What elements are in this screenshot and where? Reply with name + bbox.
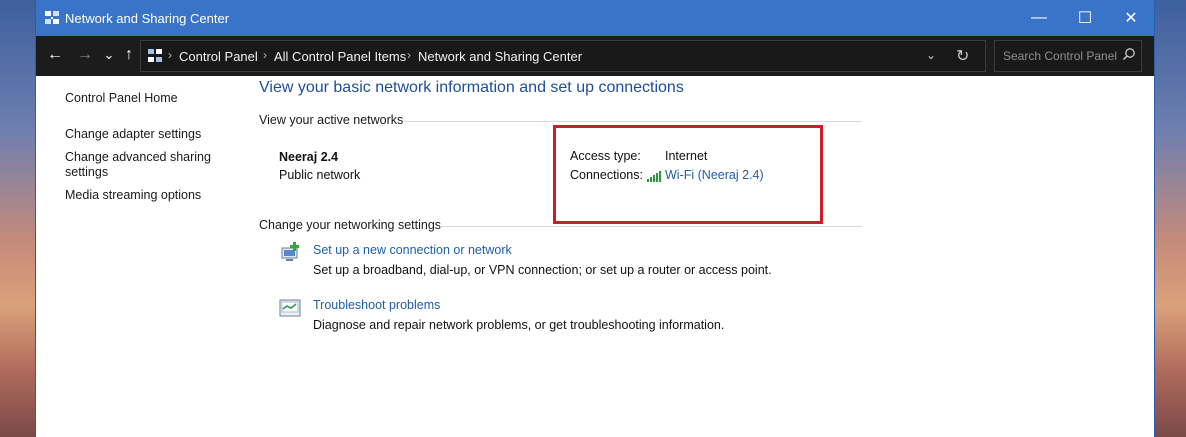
search-icon[interactable]	[1122, 47, 1136, 61]
breadcrumb-separator: ›	[263, 48, 267, 62]
network-center-icon	[45, 11, 59, 24]
sidebar-item-media-streaming-options[interactable]: Media streaming options	[65, 188, 201, 203]
content-area: Control Panel Home Change adapter settin…	[36, 76, 1154, 437]
close-button[interactable]: ✕	[1108, 0, 1154, 36]
maximize-icon: ☐	[1077, 10, 1093, 27]
recent-locations-button[interactable]: ⌄	[98, 44, 120, 66]
breadcrumb-separator: ›	[407, 48, 411, 62]
breadcrumb-all-items[interactable]: All Control Panel Items	[274, 49, 406, 64]
troubleshoot-icon	[279, 299, 301, 317]
sidebar-item-control-panel-home[interactable]: Control Panel Home	[65, 91, 178, 106]
minimize-button[interactable]: —	[1016, 0, 1062, 36]
up-button[interactable]: ↑	[118, 44, 140, 66]
breadcrumb-separator: ›	[168, 48, 172, 62]
refresh-icon[interactable]: ↻	[956, 46, 969, 66]
breadcrumb-control-panel[interactable]: Control Panel	[179, 49, 258, 64]
window-title: Network and Sharing Center	[65, 11, 230, 26]
troubleshoot-link[interactable]: Troubleshoot problems	[313, 298, 440, 312]
chevron-down-icon: ⌄	[103, 47, 115, 62]
troubleshoot-description: Diagnose and repair network problems, or…	[313, 318, 725, 332]
network-name: Neeraj 2.4	[279, 150, 339, 164]
up-arrow-icon: ↑	[125, 46, 133, 63]
back-button[interactable]: ←	[44, 44, 66, 66]
breadcrumb-network-center[interactable]: Network and Sharing Center	[418, 49, 582, 64]
section-divider	[404, 121, 862, 122]
highlight-annotation-box	[553, 125, 823, 224]
address-bar[interactable]: › Control Panel › All Control Panel Item…	[140, 40, 986, 72]
new-connection-icon	[281, 242, 299, 261]
sidebar-item-change-adapter-settings[interactable]: Change adapter settings	[65, 127, 201, 142]
control-panel-icon	[148, 49, 162, 62]
page-title: View your basic network information and …	[259, 79, 684, 96]
minimize-icon: —	[1031, 9, 1047, 26]
forward-button[interactable]: →	[74, 44, 96, 66]
search-box[interactable]: Search Control Panel	[994, 40, 1142, 72]
section-divider	[440, 226, 862, 227]
address-dropdown-icon[interactable]: ⌄	[926, 48, 936, 62]
setup-connection-description: Set up a broadband, dial-up, or VPN conn…	[313, 263, 772, 277]
close-icon: ✕	[1124, 10, 1138, 27]
title-bar[interactable]: Network and Sharing Center — ☐ ✕	[36, 0, 1154, 36]
network-sharing-center-window: Network and Sharing Center — ☐ ✕ ← → ⌄ ↑…	[36, 0, 1154, 437]
forward-arrow-icon: →	[77, 46, 93, 63]
active-networks-label: View your active networks	[259, 113, 404, 127]
network-category: Public network	[279, 168, 361, 182]
sidebar-item-change-advanced-sharing[interactable]: Change advanced sharing settings	[65, 150, 215, 180]
back-arrow-icon: ←	[47, 46, 63, 63]
maximize-button[interactable]: ☐	[1062, 0, 1108, 36]
navigation-bar: ← → ⌄ ↑ › Control Panel › All Control Pa…	[36, 36, 1154, 76]
search-input[interactable]: Search Control Panel	[1003, 49, 1117, 63]
setup-connection-link[interactable]: Set up a new connection or network	[313, 243, 512, 257]
change-settings-label: Change your networking settings	[259, 218, 442, 232]
